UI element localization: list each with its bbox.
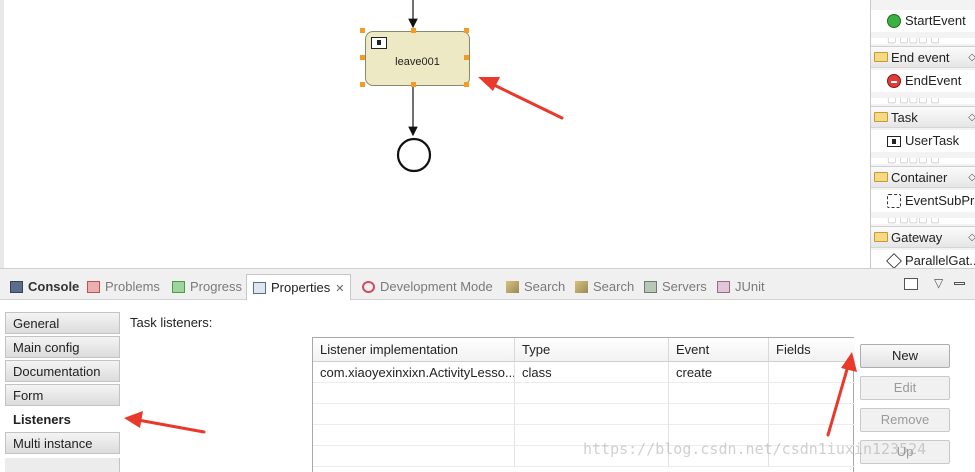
open-console-icon[interactable] [904,278,918,290]
watermark: https://blog.csdn.net/csdn1iuxin123524 [583,440,927,458]
column-header-fields[interactable]: Fields [769,338,855,362]
properties-panel: General Main config Documentation Form L… [0,300,975,472]
view-tab-bar: Console Problems Progress Properties ✕ De… [0,268,975,300]
selection-handle-se[interactable] [464,82,469,87]
selection-handle-sw[interactable] [360,82,365,87]
palette-item-label: EndEvent [905,73,962,88]
column-header-event[interactable]: Event [669,338,769,362]
close-icon[interactable]: ✕ [335,283,344,295]
properties-icon [253,282,266,294]
user-task-icon [887,136,901,147]
collapse-arrow-icon: ◇ [968,112,975,123]
cell-event: create [669,362,769,383]
parallel-gateway-icon [886,253,902,269]
palette-item-label: EventSubPr... [905,193,975,208]
cell-type: class [515,362,669,383]
side-tab-listeners[interactable]: Listeners [5,408,120,430]
tab-problems[interactable]: Problems [87,274,160,300]
diagram-canvas[interactable]: leave001 [0,0,870,268]
palette-item-label: ParallelGat... [905,253,975,268]
progress-icon [172,281,185,293]
cell-listener-implementation: com.xiaoyexinxixn.ActivityLesso... [313,362,515,383]
palette-item-partial: ▢ ▢▢▢ ▢ [871,98,975,104]
selection-handle-ne[interactable] [464,28,469,33]
minimize-icon[interactable] [954,282,965,285]
folder-icon [874,112,888,122]
search-icon [506,281,519,293]
palette-group-end-event[interactable]: End event ◇ [871,46,975,68]
new-button[interactable]: New [860,344,950,368]
problems-icon [87,281,100,293]
palette-item-label: StartEvent [905,13,966,28]
palette-group-container[interactable]: Container ◇ [871,166,975,188]
development-mode-icon [362,281,375,293]
tab-console[interactable]: Console [10,274,79,300]
folder-icon [874,232,888,242]
side-tab-documentation[interactable]: Documentation [5,360,120,382]
palette-item-start-event[interactable]: StartEvent [871,10,975,32]
palette-group-label: Container [891,170,948,185]
collapse-arrow-icon: ◇ [968,232,975,243]
view-menu-icon[interactable]: ▽ [934,276,943,290]
user-task-node[interactable]: leave001 [365,31,470,86]
end-event-icon [887,74,901,88]
tab-servers[interactable]: Servers [644,274,707,300]
palette-group-task[interactable]: Task ◇ [871,106,975,128]
side-tab-main-config[interactable]: Main config [5,336,120,358]
task-node-label: leave001 [395,56,440,68]
column-header-listener-implementation[interactable]: Listener implementation [313,338,515,362]
selection-handle-w[interactable] [360,55,365,60]
tab-development-mode[interactable]: Development Mode [362,274,493,300]
palette-group-label: Task [891,110,918,125]
tab-properties[interactable]: Properties ✕ [246,274,352,300]
folder-icon [874,52,888,62]
cell-fields [769,362,855,383]
edit-button[interactable]: Edit [860,376,950,400]
selection-handle-n[interactable] [411,28,416,33]
palette-group-label: Gateway [891,230,943,245]
palette-group-gateway[interactable]: Gateway ◇ [871,226,975,248]
palette-item-partial: ▢ ▢▢▢ ▢ [871,218,975,224]
palette: StartEvent ▢ ▢▢▢ ▢ End event ◇ EndEvent … [870,0,975,272]
collapse-arrow-icon: ◇ [968,52,975,63]
junit-icon [717,281,730,293]
side-tab-multi-instance[interactable]: Multi instance [5,432,120,454]
tab-search-2[interactable]: Search [575,274,634,300]
console-icon [10,281,23,293]
side-tab-filler [5,458,120,472]
task-listeners-label: Task listeners: [130,315,213,330]
palette-item-partial: ▢ ▢▢▢ ▢ [871,38,975,44]
palette-item-end-event[interactable]: EndEvent [871,70,975,92]
remove-button[interactable]: Remove [860,408,950,432]
selection-handle-e[interactable] [464,55,469,60]
palette-item-user-task[interactable]: UserTask [871,130,975,152]
palette-group-label: End event [891,50,950,65]
event-subprocess-icon [887,194,901,208]
side-tab-general[interactable]: General [5,312,120,334]
tab-progress[interactable]: Progress [172,274,242,300]
tab-search[interactable]: Search [506,274,565,300]
palette-item-label: UserTask [905,133,960,148]
palette-item-partial: ▢ ▢▢▢ ▢ [871,158,975,164]
tab-junit[interactable]: JUnit [717,274,765,300]
start-event-icon [887,14,901,28]
folder-icon [874,172,888,182]
selection-handle-nw[interactable] [360,28,365,33]
selection-handle-s[interactable] [411,82,416,87]
side-tab-form[interactable]: Form [5,384,120,406]
user-task-icon [371,37,387,49]
column-header-type[interactable]: Type [515,338,669,362]
palette-item-event-subprocess[interactable]: EventSubPr... [871,190,975,212]
search-icon [575,281,588,293]
servers-icon [644,281,657,293]
eclipse-activiti-window: leave001 StartEvent ▢ ▢▢▢ ▢ End event ◇ … [0,0,975,472]
collapse-arrow-icon: ◇ [968,172,975,183]
end-event-node[interactable] [396,137,432,173]
